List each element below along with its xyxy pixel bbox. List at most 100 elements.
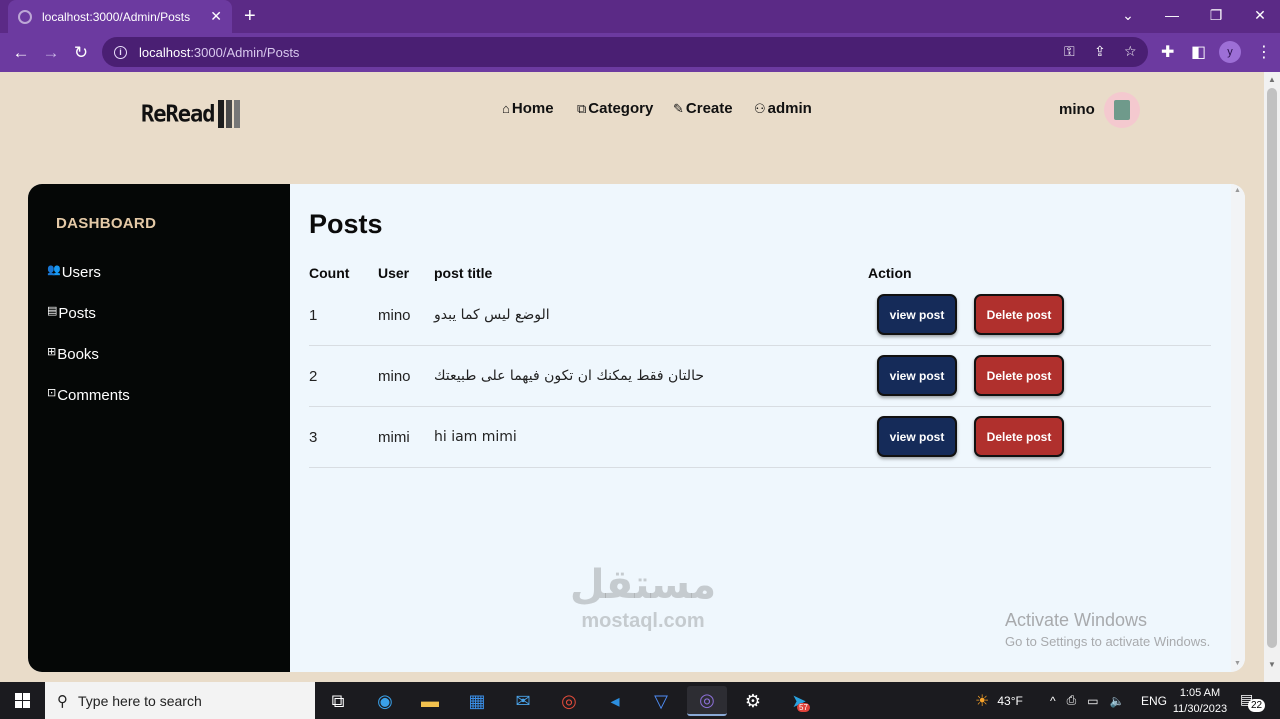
scroll-up-icon[interactable]: ▲ [1268,75,1276,84]
bookmark-star-icon[interactable]: ☆ [1124,43,1137,60]
logo-bars [218,100,241,128]
sidebar-heading: DASHBOARD [56,215,157,232]
minimize-button[interactable]: — [1152,0,1192,30]
app-triangle-icon[interactable]: ▽ [641,686,681,716]
activate-windows-title: Activate Windows [1005,610,1148,630]
nav-category-label: Category [588,100,654,117]
delete-post-button[interactable]: Delete post [974,355,1064,396]
telegram-badge: 57 [797,703,810,712]
chrome-profile-icon[interactable]: ◎ [687,686,727,716]
task-view-icon[interactable]: ⧉ [318,686,358,716]
search-placeholder: Type here to search [78,692,202,709]
language-indicator[interactable]: ENG [1141,682,1167,719]
logo-bar [234,100,241,128]
row-user: mimi [378,428,410,446]
nav-create[interactable]: ✎ Create [673,100,733,117]
weather-widget[interactable]: ☀ 43°F [975,682,1023,719]
page-title: Posts [309,209,383,239]
column-header-count: Count [309,265,350,281]
activate-windows-subtitle: Go to Settings to activate Windows. [1005,634,1211,649]
weather-temp: 43°F [997,693,1023,708]
profile-avatar[interactable]: y [1219,41,1241,63]
store-icon[interactable]: ▦ [457,686,497,716]
sidebar-item-label: Users [61,264,101,281]
scroll-up-icon[interactable]: ▲ [1234,187,1241,194]
user-avatar[interactable] [1104,92,1140,128]
logo-bar [218,100,225,128]
page-scrollbar[interactable]: ▲ ▼ [1264,72,1280,682]
view-post-button[interactable]: view post [877,416,957,457]
side-panel-icon[interactable]: ◧ [1191,42,1206,62]
tab-search-chevron-icon[interactable]: ⌄ [1108,0,1148,30]
back-arrow-icon[interactable]: ← [8,40,34,66]
sidebar-item-comments[interactable]: ⊡ Comments [47,387,130,404]
sidebar-item-books[interactable]: ⊞ Books [47,346,99,363]
restore-button[interactable]: ❐ [1196,0,1236,30]
nav-admin[interactable]: ⚇ admin [754,100,812,117]
taskbar-clock[interactable]: 1:05 AM 11/30/2023 [1171,685,1229,717]
comments-icon: ⊡ [47,387,57,399]
sidebar-item-label: Comments [57,387,130,404]
site-logo[interactable]: ReRead [141,100,241,128]
view-post-button[interactable]: view post [877,294,957,335]
scroll-down-icon[interactable]: ▼ [1234,660,1241,667]
key-icon[interactable]: ⚿ [1064,43,1075,60]
window-close-button[interactable]: ✕ [1240,0,1280,30]
notification-count: 22 [1248,699,1266,712]
url-text[interactable]: localhost:3000/Admin/Posts [139,45,299,60]
share-icon[interactable]: ⇪ [1094,43,1106,60]
delete-post-button[interactable]: Delete post [974,294,1064,335]
meet-now-icon[interactable]: ⎙ [1067,693,1077,708]
delete-post-button[interactable]: Delete post [974,416,1064,457]
table-row: 1 mino الوضع ليس كما يبدو view post Dele… [309,285,1211,346]
battery-icon[interactable]: ▭ [1087,694,1098,708]
browser-tab-bar: localhost:3000/Admin/Posts ✕ + ⌄ — ❐ ✕ [0,0,1280,33]
panel-scrollbar[interactable]: ▲ ▼ [1231,184,1245,672]
globe-icon [18,9,32,24]
windows-taskbar: ⚲ Type here to search ⧉ ◉ ▬ ▦ ✉ ◎ ◂ ▽ ◎ … [0,682,1280,719]
chrome-icon[interactable]: ◎ [549,686,589,716]
sidebar-item-users[interactable]: 👥 Users [47,264,101,281]
row-user: mino [378,306,411,324]
row-post-title: حالتان فقط يمكنك ان تكون فيهما على طبيعت… [434,368,704,384]
browser-toolbar: ← → ↻ i localhost:3000/Admin/Posts ⚿ ⇪ ☆… [0,33,1280,72]
menu-kebab-icon[interactable]: ⋮ [1256,42,1272,62]
mail-icon[interactable]: ✉ [503,686,543,716]
row-user: mino [378,367,411,385]
row-count: 2 [309,367,318,385]
sidebar-item-posts[interactable]: ▤ Posts [47,305,96,322]
search-icon: ⚲ [57,692,68,710]
reload-icon[interactable]: ↻ [68,40,94,66]
table-row: 2 mino حالتان فقط يمكنك ان تكون فيهما عل… [309,346,1211,407]
table-row: 3 mimi hi iam mimi view post Delete post [309,407,1211,468]
row-count: 1 [309,306,318,324]
volume-icon[interactable]: 🔈 [1110,694,1125,708]
settings-gear-icon[interactable]: ⚙ [733,686,773,716]
scrollbar-thumb[interactable] [1267,88,1277,648]
taskbar-search-box[interactable]: ⚲ Type here to search [45,682,315,719]
column-header-action: Action [868,265,912,281]
nav-category[interactable]: ⧉ Category [577,100,653,117]
current-user-name[interactable]: mino [1059,101,1095,118]
browser-tab[interactable]: localhost:3000/Admin/Posts ✕ [8,0,232,33]
view-post-button[interactable]: view post [877,355,957,396]
activate-windows-watermark: Activate Windows Go to Settings to activ… [1005,610,1210,649]
new-tab-button[interactable]: + [244,4,256,28]
mostaql-watermark: مستقل mostaql.com [563,560,723,632]
file-explorer-icon[interactable]: ▬ [410,686,450,716]
vscode-icon[interactable]: ◂ [595,686,635,716]
close-tab-icon[interactable]: ✕ [210,8,222,25]
nav-home-label: Home [511,100,554,117]
info-icon[interactable]: i [114,45,127,59]
books-icon: ⊞ [47,346,57,358]
nav-home[interactable]: ⌂ Home [502,100,554,117]
scroll-down-icon[interactable]: ▼ [1268,660,1276,669]
edge-icon[interactable]: ◉ [365,686,405,716]
address-bar[interactable]: i localhost:3000/Admin/Posts ⚿ ⇪ ☆ [102,37,1148,67]
clock-time: 1:05 AM [1179,687,1221,699]
windows-start-button[interactable] [0,682,45,719]
extensions-icon[interactable]: ✚ [1161,42,1174,62]
tray-chevron-icon[interactable]: ^ [1050,694,1056,708]
users-icon: 👥 [47,264,61,276]
forward-arrow-icon[interactable]: → [38,40,64,66]
